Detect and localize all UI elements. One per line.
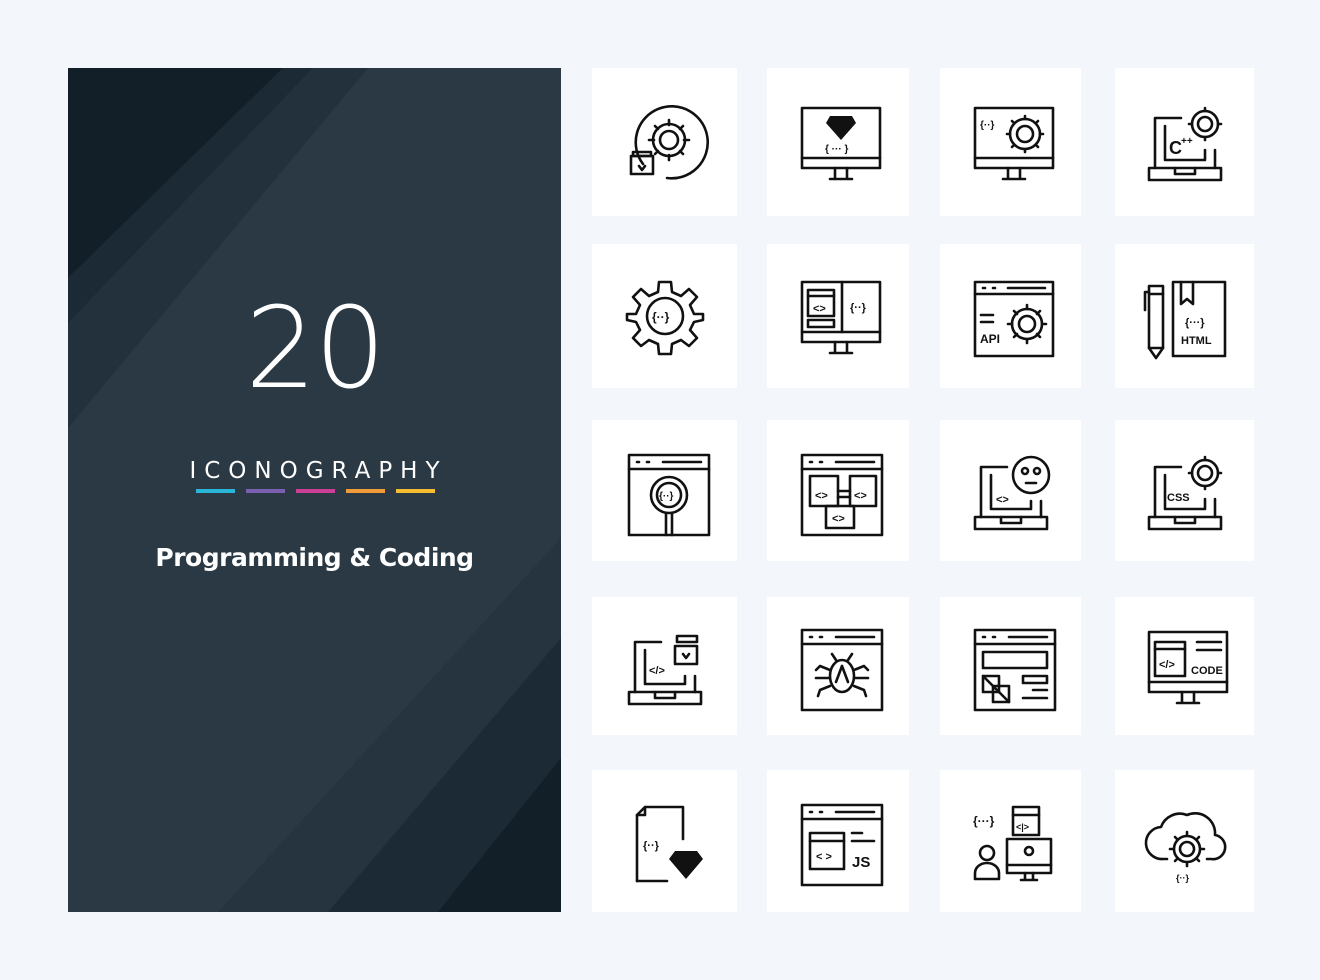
svg-text:{···}: {···}	[1185, 317, 1205, 329]
developer-gear-icon	[629, 105, 709, 180]
laptop-developer-code-icon: </>	[627, 634, 702, 706]
icon-tile[interactable]: <> {··}	[767, 244, 909, 388]
icon-tile[interactable]: <|> {···}	[940, 770, 1081, 912]
svg-text:{···}: {···}	[973, 814, 995, 828]
icon-tile[interactable]: CSS	[1115, 420, 1254, 561]
monitor-split-code-icon: <> {··}	[800, 280, 882, 355]
svg-text:++: ++	[1181, 136, 1193, 147]
svg-text:{··}: {··}	[850, 302, 867, 314]
developer-monitor-code-icon: <|> {···}	[973, 805, 1052, 882]
svg-text:{ ··· }: { ··· }	[825, 144, 848, 155]
svg-text:{··}: {··}	[1176, 873, 1189, 883]
icon-tile[interactable]: {··}	[592, 244, 737, 388]
icon-tile[interactable]	[940, 597, 1081, 735]
svg-text:CSS: CSS	[1167, 492, 1190, 504]
gear-code-icon: {··}	[625, 280, 704, 356]
monitor-code-gear-icon: {··}	[973, 106, 1054, 181]
svg-text:</>: </>	[649, 665, 665, 677]
svg-text:<>: <>	[832, 513, 845, 525]
pen-html-book-icon: {···} HTML	[1143, 280, 1226, 360]
svg-text:<>: <>	[854, 490, 867, 502]
accent-bar-yellow	[396, 489, 435, 493]
svg-text:JS: JS	[852, 854, 870, 871]
browser-bug-icon	[800, 628, 884, 712]
icon-tile[interactable]: API	[940, 244, 1081, 388]
icon-tile[interactable]: C ++	[1115, 68, 1254, 216]
svg-text:HTML: HTML	[1181, 335, 1212, 347]
laptop-css-gear-icon: CSS	[1147, 455, 1222, 530]
icon-tile[interactable]: {··}	[592, 420, 737, 561]
accent-bars	[196, 489, 435, 493]
iconography-label: ICONOGRAPHY	[189, 458, 448, 484]
monitor-diamond-code-icon: { ··· }	[800, 106, 882, 181]
cloud-gear-code-icon: {··}	[1144, 812, 1226, 883]
icon-tile[interactable]: <> <> <>	[767, 420, 909, 561]
laptop-cpp-gear-icon: C ++	[1147, 106, 1222, 182]
icon-tile[interactable]	[767, 597, 909, 735]
svg-text:{··}: {··}	[643, 840, 660, 852]
svg-text:< >: < >	[816, 851, 832, 863]
icon-tile[interactable]: {··}	[1115, 770, 1254, 912]
accent-bar-magenta	[296, 489, 335, 493]
icon-tile[interactable]: </>	[592, 597, 737, 735]
svg-text:CODE: CODE	[1191, 665, 1223, 677]
svg-text:API: API	[980, 332, 1000, 346]
accent-bar-orange	[346, 489, 385, 493]
browser-api-gear-icon: API	[973, 280, 1054, 358]
svg-text:</>: </>	[1159, 659, 1175, 671]
icon-tile[interactable]: {··}	[940, 68, 1081, 216]
monitor-code-label-icon: </> CODE	[1147, 630, 1228, 705]
pack-title: Programming & Coding	[155, 543, 474, 572]
browser-layout-icon	[973, 628, 1056, 712]
icon-count: 20	[245, 284, 386, 414]
svg-text:<>: <>	[813, 303, 826, 315]
browser-js-icon: < > JS	[800, 803, 884, 887]
icon-tile[interactable]: { ··· }	[767, 68, 909, 216]
svg-text:{··}: {··}	[980, 120, 995, 131]
icon-tile[interactable]: <>	[940, 420, 1081, 561]
laptop-code-face-icon: <>	[973, 455, 1050, 530]
svg-text:{··}: {··}	[652, 310, 670, 324]
browser-code-search-icon: {··}	[627, 453, 710, 536]
svg-text:{··}: {··}	[659, 491, 674, 502]
file-code-diamond-icon: {··}	[635, 805, 703, 883]
icon-tile[interactable]	[592, 68, 737, 216]
accent-bar-cyan	[196, 489, 235, 493]
svg-text:<>: <>	[996, 494, 1009, 506]
icon-tile[interactable]: {··}	[592, 770, 737, 912]
cover-panel: 20 ICONOGRAPHY Programming & Coding	[68, 68, 561, 912]
svg-text:<>: <>	[815, 490, 828, 502]
icon-tile[interactable]: < > JS	[767, 770, 909, 912]
svg-text:<|>: <|>	[1016, 822, 1029, 832]
browser-code-blocks-icon: <> <> <>	[800, 453, 884, 536]
icon-tile[interactable]: </> CODE	[1115, 597, 1254, 735]
accent-bar-purple	[246, 489, 285, 493]
icon-tile[interactable]: {···} HTML	[1115, 244, 1254, 388]
